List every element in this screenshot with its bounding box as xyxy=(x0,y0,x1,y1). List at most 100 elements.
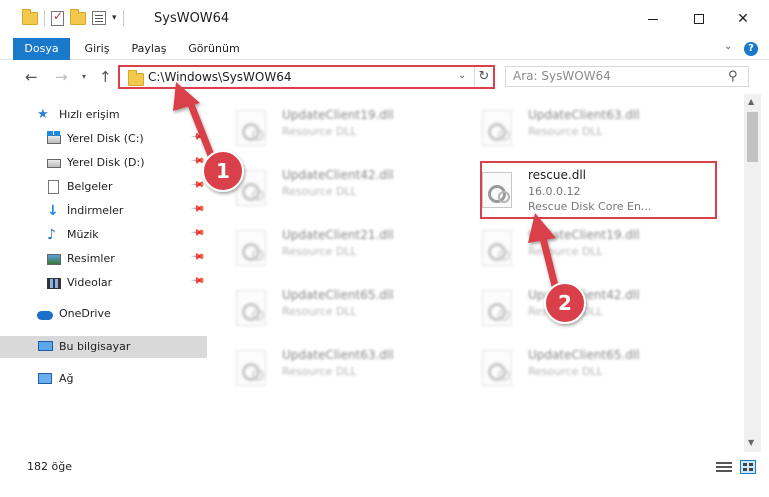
documents-icon xyxy=(48,180,59,194)
ribbon-tabs: Dosya Giriş Paylaş Görünüm ⌄ ? xyxy=(0,38,769,60)
file-type: Resource DLL xyxy=(528,245,603,258)
sidebar-item-label: Bu bilgisayar xyxy=(59,340,131,353)
minimize-button[interactable] xyxy=(630,0,676,38)
tab-file[interactable]: Dosya xyxy=(13,38,70,60)
forward-button[interactable]: → xyxy=(55,68,68,86)
file-name: UpdateClient19.dll xyxy=(282,108,394,122)
sidebar-item-downloads[interactable]: ↓ İndirmeler 📌 xyxy=(0,200,207,222)
new-folder-icon[interactable] xyxy=(70,8,86,25)
sidebar-item-onedrive[interactable]: OneDrive xyxy=(0,303,207,325)
help-icon[interactable]: ? xyxy=(744,42,758,56)
sidebar-item-music[interactable]: ♪ Müzik 📌 xyxy=(0,224,207,246)
file-name: UpdateClient65.dll xyxy=(528,348,640,362)
drive-icon xyxy=(47,159,61,168)
music-icon: ♪ xyxy=(47,227,56,243)
details-view-icon[interactable] xyxy=(716,460,732,474)
qat-dropdown-icon[interactable]: ▾ xyxy=(112,13,117,23)
dll-file-icon xyxy=(236,170,266,206)
back-button[interactable]: ← xyxy=(25,68,38,86)
scroll-thumb[interactable] xyxy=(747,112,758,162)
file-type: Resource DLL xyxy=(282,365,357,378)
address-path[interactable]: C:\Windows\SysWOW64 xyxy=(148,70,292,84)
customize-icon[interactable] xyxy=(92,11,106,25)
close-button[interactable]: ✕ xyxy=(720,0,766,38)
tab-view[interactable]: Görünüm xyxy=(183,38,245,60)
list-item[interactable]: UpdateClient63.dll Resource DLL xyxy=(470,98,700,152)
sidebar-item-documents[interactable]: Belgeler 📌 xyxy=(0,176,207,198)
pin-icon: 📌 xyxy=(190,129,206,145)
drive-icon xyxy=(47,131,61,144)
sidebar-item-local-disk-d[interactable]: Yerel Disk (D:) 📌 xyxy=(0,152,207,174)
close-icon: ✕ xyxy=(737,11,749,27)
sidebar-item-pictures[interactable]: Resimler 📌 xyxy=(0,248,207,270)
tab-share[interactable]: Paylaş xyxy=(128,38,170,60)
file-type: Resource DLL xyxy=(282,245,357,258)
recent-locations-icon[interactable]: ▾ xyxy=(82,72,86,81)
pin-icon: 📌 xyxy=(190,249,206,265)
vertical-scrollbar[interactable]: ▲ ▼ xyxy=(744,94,761,452)
address-dropdown-icon[interactable]: ⌄ xyxy=(458,70,466,81)
refresh-button[interactable]: ↻ xyxy=(474,67,493,87)
videos-icon xyxy=(47,278,61,289)
sidebar-item-label: Belgeler xyxy=(67,180,113,193)
tiles-view-icon[interactable] xyxy=(740,460,756,474)
star-icon: ★ xyxy=(37,107,49,122)
list-item[interactable]: UpdateClient42.dll Resource DLL xyxy=(224,158,454,212)
file-name: UpdateClient21.dll xyxy=(282,228,394,242)
properties-check-icon[interactable] xyxy=(51,9,64,26)
sidebar-item-label: Resimler xyxy=(67,252,115,265)
pin-icon: 📌 xyxy=(190,225,206,241)
onedrive-icon xyxy=(37,311,53,320)
list-item[interactable]: UpdateClient19.dll Resource DLL xyxy=(224,98,454,152)
address-bar[interactable]: C:\Windows\SysWOW64 ⌄ ↻ xyxy=(118,65,495,89)
sidebar-item-label: Hızlı erişim xyxy=(59,108,120,121)
sidebar-item-label: İndirmeler xyxy=(67,204,124,217)
expand-ribbon-icon[interactable]: ⌄ xyxy=(724,41,732,52)
file-name: UpdateClient19.dll xyxy=(528,228,640,242)
sidebar-item-label: Müzik xyxy=(67,228,99,241)
file-name: UpdateClient65.dll xyxy=(282,288,394,302)
sidebar-item-label: Videolar xyxy=(67,276,113,289)
dll-file-icon xyxy=(236,350,266,386)
sidebar-item-network[interactable]: Ağ xyxy=(0,368,207,390)
tab-home[interactable]: Giriş xyxy=(79,38,115,60)
dll-file-icon xyxy=(482,350,512,386)
list-item[interactable]: UpdateClient21.dll Resource DLL xyxy=(224,218,454,272)
up-button[interactable]: ↑ xyxy=(99,68,112,86)
list-item[interactable]: UpdateClient19.dll Resource DLL xyxy=(470,218,700,272)
quick-access-toolbar: ▾ xyxy=(22,8,124,26)
search-placeholder[interactable]: Ara: SysWOW64 xyxy=(513,69,611,83)
item-count: 182 öğe xyxy=(27,460,72,473)
window-title: SysWOW64 xyxy=(154,11,230,26)
dll-file-icon xyxy=(482,290,512,326)
list-item[interactable]: UpdateClient63.dll Resource DLL xyxy=(224,338,454,392)
pin-icon: 📌 xyxy=(190,273,206,289)
sidebar-item-local-disk-c[interactable]: Yerel Disk (C:) 📌 xyxy=(0,128,207,150)
sidebar-item-this-pc[interactable]: Bu bilgisayar xyxy=(0,336,207,358)
file-type: Resource DLL xyxy=(282,125,357,138)
dll-file-icon xyxy=(236,110,266,146)
folder-icon xyxy=(22,8,38,25)
scroll-up-icon[interactable]: ▲ xyxy=(748,97,754,106)
download-icon: ↓ xyxy=(47,203,59,219)
sidebar-item-label: Yerel Disk (C:) xyxy=(67,132,144,145)
pin-icon: 📌 xyxy=(190,201,206,217)
list-item[interactable]: UpdateClient65.dll Resource DLL xyxy=(224,278,454,332)
search-box[interactable]: Ara: SysWOW64 ⚲ xyxy=(505,66,749,87)
dll-file-icon xyxy=(236,290,266,326)
file-type: Resource DLL xyxy=(282,305,357,318)
pictures-icon xyxy=(47,254,61,265)
list-item[interactable]: UpdateClient42.dll Resource DLL xyxy=(470,278,700,332)
scroll-down-icon[interactable]: ▼ xyxy=(748,438,754,447)
pin-icon: 📌 xyxy=(190,153,206,169)
sidebar-item-quick-access[interactable]: ★ Hızlı erişim xyxy=(0,104,207,126)
file-name: UpdateClient42.dll xyxy=(528,288,640,302)
maximize-button[interactable] xyxy=(676,0,722,38)
maximize-icon xyxy=(694,14,704,24)
navigation-pane: ★ Hızlı erişim Yerel Disk (C:) 📌 Yerel D… xyxy=(0,94,212,452)
sidebar-item-videos[interactable]: Videolar 📌 xyxy=(0,272,207,294)
rescue-highlight-box xyxy=(480,161,717,219)
list-item[interactable]: UpdateClient65.dll Resource DLL xyxy=(470,338,700,392)
search-icon[interactable]: ⚲ xyxy=(728,69,738,84)
navigation-bar: ← → ▾ ↑ C:\Windows\SysWOW64 ⌄ ↻ Ara: Sys… xyxy=(0,60,769,94)
